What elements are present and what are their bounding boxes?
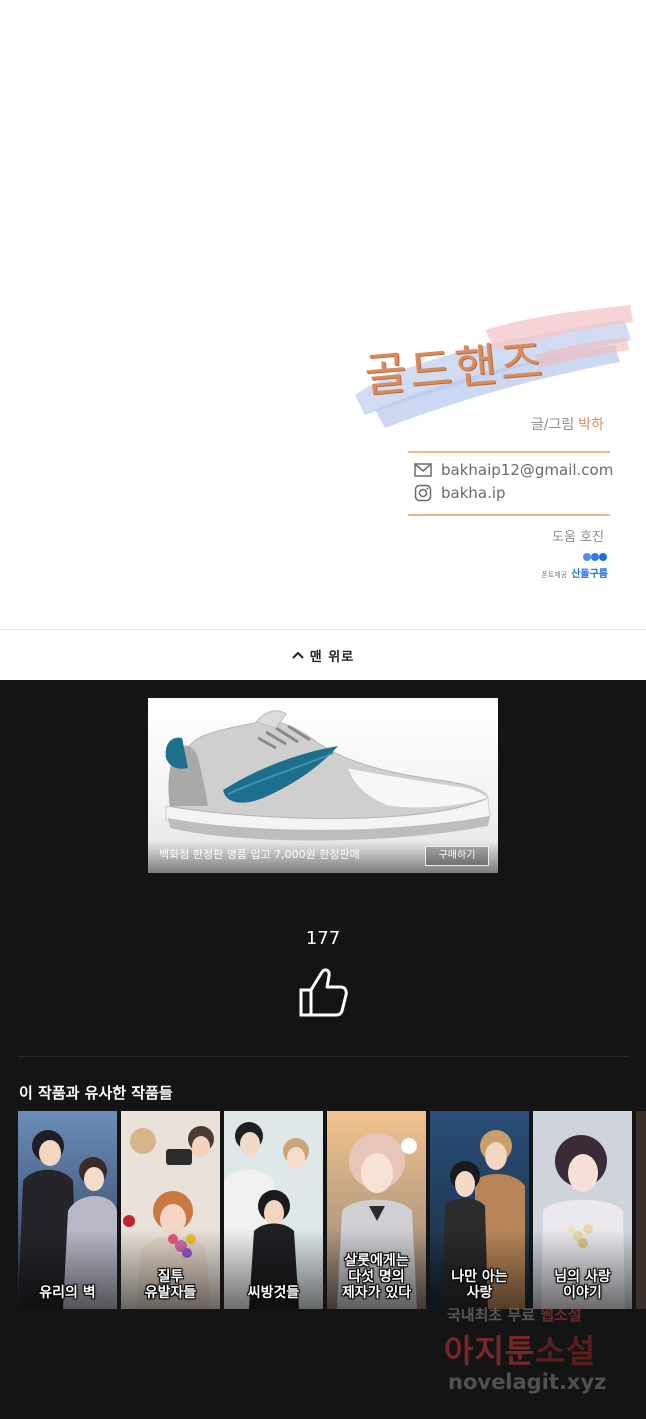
work-title: 씨방것들 [247, 1285, 300, 1301]
email-text: bakhaip12@gmail.com [441, 461, 614, 479]
author-name: 박하 [578, 417, 604, 433]
work-title: 님의 사랑 이야기 [554, 1269, 611, 1301]
ad-banner[interactable]: 백화점 한정판 명품 입고 7,000원 한정판매 구매하기 [148, 698, 498, 873]
email-contact: bakhaip12@gmail.com [414, 461, 613, 479]
watermark-line2: 아지툰소설 [444, 1332, 597, 1370]
ad-buy-button[interactable]: 구매하기 [425, 846, 489, 866]
work-title: 나만 아는 사랑 [451, 1269, 508, 1301]
divider-line-bottom [408, 514, 610, 516]
watermark: 국내최초 무료 웹소설 아지툰소설 novelagit.xyz [444, 1304, 634, 1404]
similar-work-card[interactable]: 살롯에게는 다섯 명의 제자가 있다 [327, 1111, 426, 1309]
font-credit-label: 폰트제공 [541, 571, 568, 579]
ad-text: 백화점 한정판 명품 입고 7,000원 한정판매 [159, 848, 360, 861]
font-credit: 폰트제공 산돌구름 [541, 552, 608, 581]
similar-work-card[interactable]: 유리의 벽 [18, 1111, 117, 1309]
assistant-credit: 도움 호진 [552, 530, 604, 545]
cloud-logo-icon [583, 553, 607, 561]
watermark-line1: 국내최초 무료 웹소설 [447, 1306, 582, 1324]
author-credit: 글/그림 박하 [531, 414, 604, 434]
watermark-url: novelagit.xyz [448, 1370, 607, 1394]
work-title: 살롯에게는 다섯 명의 제자가 있다 [341, 1253, 412, 1301]
similar-work-card[interactable]: 나만 아는 사랑 [430, 1111, 529, 1309]
chevron-up-icon [292, 651, 304, 659]
instagram-contact: bakha.ip [414, 484, 506, 502]
work-title: 질투 유발자들 [144, 1269, 197, 1301]
credits-page: 골드핸즈 글/그림 박하 bakhaip12@gmail.com bakha.ip… [0, 0, 646, 629]
similar-work-card[interactable]: 님의 사랑 이야기 [533, 1111, 632, 1309]
similar-work-card[interactable]: 질투 유발자들 [121, 1111, 220, 1309]
back-to-top-button[interactable]: 맨 위로 [0, 629, 646, 680]
like-count: 177 [305, 928, 341, 949]
back-to-top-label: 맨 위로 [309, 649, 355, 665]
similar-work-card[interactable]: 씨방것들 [224, 1111, 323, 1309]
similar-works-carousel[interactable]: 유리의 벽 질투 유발자들 씨방것들 살롯에게는 다섯 명의 제자가 있다 나만… [18, 1111, 646, 1309]
section-divider [18, 1056, 628, 1057]
thumbs-up-icon [299, 968, 348, 1017]
instagram-handle: bakha.ip [441, 484, 506, 502]
author-label: 글/그림 [530, 417, 575, 433]
cover-image [636, 1111, 646, 1309]
divider-line-top [408, 451, 610, 453]
instagram-icon [414, 484, 432, 502]
work-title: 유리의 벽 [39, 1285, 96, 1301]
similar-work-card-partial[interactable] [636, 1111, 646, 1309]
mail-icon [414, 463, 432, 477]
font-credit-name: 산돌구름 [571, 569, 608, 580]
similar-works-heading: 이 작품과 유사한 작품들 [19, 1084, 173, 1102]
like-button[interactable] [298, 966, 348, 1018]
